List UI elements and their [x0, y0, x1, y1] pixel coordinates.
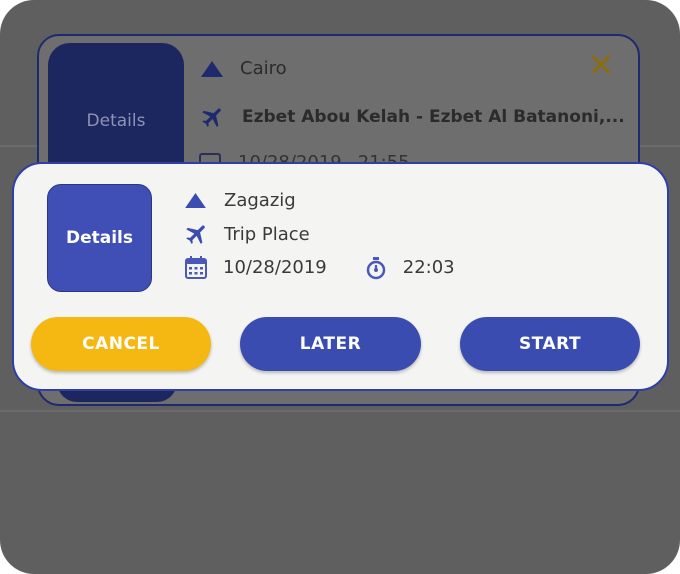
- details-button[interactable]: Details: [47, 184, 152, 292]
- stopwatch-icon: [366, 256, 385, 279]
- origin-text: Zagazig: [224, 190, 296, 211]
- background-origin-row: Cairo: [200, 58, 287, 79]
- cancel-button[interactable]: CANCEL: [31, 317, 211, 371]
- close-x-icon: ✕: [587, 46, 615, 84]
- background-destination-row: Ezbet Abou Kelah - Ezbet Al Batanoni,...: [200, 104, 625, 130]
- airplane-icon: [186, 225, 205, 244]
- date-text: 10/28/2019: [223, 257, 327, 278]
- later-label: LATER: [299, 334, 362, 354]
- origin-row: Zagazig: [184, 190, 296, 211]
- triangle-up-icon: [201, 60, 223, 77]
- cancel-label: CANCEL: [82, 334, 160, 354]
- divider: [0, 410, 680, 412]
- time-text: 22:03: [402, 257, 455, 278]
- start-button[interactable]: START: [460, 317, 640, 371]
- later-button[interactable]: LATER: [240, 317, 421, 371]
- background-details-label: Details: [86, 110, 146, 131]
- calendar-icon: [185, 256, 207, 279]
- datetime-row: 10/28/2019 22:03: [184, 255, 455, 280]
- triangle-up-icon: [185, 192, 206, 209]
- start-label: START: [518, 334, 582, 354]
- background-destination-text: Ezbet Abou Kelah - Ezbet Al Batanoni,...: [242, 107, 625, 127]
- airplane-icon: [202, 108, 221, 127]
- background-origin-text: Cairo: [240, 58, 287, 79]
- destination-text: Trip Place: [224, 223, 310, 245]
- details-label: Details: [65, 228, 133, 248]
- destination-row: Trip Place: [184, 221, 310, 247]
